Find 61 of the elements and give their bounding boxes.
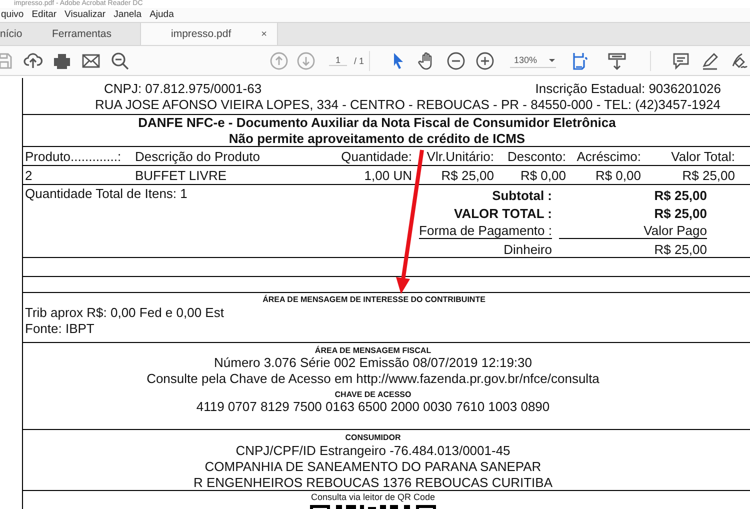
table-cell-text: 2 [24, 168, 34, 182]
consumer-text: CNPJ/CPF/ID Estrangeiro -76.484.013/0001-45 [234, 443, 512, 459]
document-title: DANFE NFC-e - Documento Auxiliar da Nota Fiscal de Consumidor Eletrônica [137, 115, 617, 131]
column-header: Quantidade: [340, 148, 412, 164]
column-header: Produto.............: [24, 148, 122, 164]
comment-icon[interactable] [671, 50, 691, 70]
total-label: Dinheiro [502, 242, 552, 256]
page-number-field[interactable]: 1 [329, 55, 347, 66]
column-header: Desconto: [506, 148, 566, 164]
table-cell-text: R$ 0,00 [594, 168, 641, 182]
message-text: Consulte pela Chave de Acesso em http://www.fazenda.pr.gov.br/nfce/consulta [146, 371, 600, 387]
tab[interactable]: impresso.pdf × [140, 23, 278, 45]
qr-caption: Consulta via leitor de QR Code [310, 491, 436, 503]
total-value: R$ 25,00 [653, 206, 707, 220]
tab[interactable]: Ferramentas [42, 23, 140, 45]
scroll-mode-icon[interactable] [607, 50, 627, 70]
address-text: RUA JOSE AFONSO VIEIRA LOPES, 334 - CENTRO - REBOUCAS - PR - 84550-000 - TEL: (42)3457-1924 [94, 97, 722, 113]
table-cell-text: R$ 25,00 [681, 168, 735, 182]
access-key-text: 4119 0707 8129 7500 0163 6500 2000 0030 7610 1003 0890 [195, 399, 551, 415]
message-text: Trib aprox R$: 0,00 Fed e 0,00 Est [25, 305, 225, 321]
table-cell-text: R$ 0,00 [519, 168, 566, 182]
menu-item[interactable]: Editar [32, 8, 57, 22]
zoom-search-icon[interactable] [110, 50, 130, 70]
table-cell-text: 1,00 UN [363, 168, 412, 182]
section-title: ÁREA DE MENSAGEM FISCAL [314, 344, 432, 356]
zoom-dropdown[interactable]: 130% [510, 53, 556, 68]
item-count-text: Quantidade Total de Itens: 1 [24, 186, 188, 203]
total-value: R$ 25,00 [653, 188, 707, 202]
menu-item[interactable]: Janela [114, 8, 142, 22]
section-title: CHAVE DE ACESSO [334, 389, 412, 400]
menu-item[interactable]: quivo [1, 8, 24, 22]
close-button[interactable]: × [261, 28, 267, 40]
section-title: ÁREA DE MENSAGEM DE INTERESSE DO CONTRIBUINTE [262, 294, 486, 305]
total-label: Forma de Pagamento : [419, 223, 552, 239]
table-cell-text: R$ 25,00 [440, 168, 494, 182]
column-header: Acréscimo: [576, 148, 641, 164]
page-total: / 1 [354, 56, 364, 66]
column-header: Vlr.Unitário: [426, 148, 494, 164]
zoom-out-icon[interactable] [446, 50, 466, 70]
state-registration-text: Inscrição Estadual: 9036201026 [535, 81, 721, 97]
fit-page-icon[interactable] [570, 50, 590, 70]
table-cell-text: BUFFET LIVRE [135, 168, 228, 182]
menu-item[interactable]: Ajuda [150, 8, 174, 22]
section-title: CONSUMIDOR [344, 432, 402, 443]
total-value: R$ 25,00 [653, 242, 707, 256]
column-header: Valor Total: [670, 148, 735, 164]
tab[interactable]: nício [0, 23, 42, 45]
consumer-text: R ENGENHEIROS REBOUCAS 1376 REBOUCAS CURITIBA [192, 475, 554, 491]
message-text: Número 3.076 Série 002 Emissão 08/07/2019 12:19:30 [213, 355, 533, 371]
total-label: VALOR TOTAL : [453, 206, 552, 220]
consumer-text: COMPANHIA DE SANEAMENTO DO PARANA SANEPAR [204, 459, 542, 475]
total-value: Valor Pago [559, 223, 707, 239]
cnpj-text: CNPJ: 07.812.975/0001-63 [104, 81, 262, 97]
total-label: Subtotal : [491, 188, 552, 202]
menu-item[interactable]: Visualizar [64, 8, 106, 22]
column-header: Descrição do Produto [135, 148, 262, 164]
document-title: Não permite aproveitamento de crédito de ICMS [228, 131, 526, 147]
message-text: Fonte: IBPT [25, 321, 96, 337]
cloud-upload-icon[interactable] [23, 50, 43, 70]
zoom-in-icon[interactable] [475, 50, 495, 70]
pen-icon[interactable] [700, 50, 720, 70]
